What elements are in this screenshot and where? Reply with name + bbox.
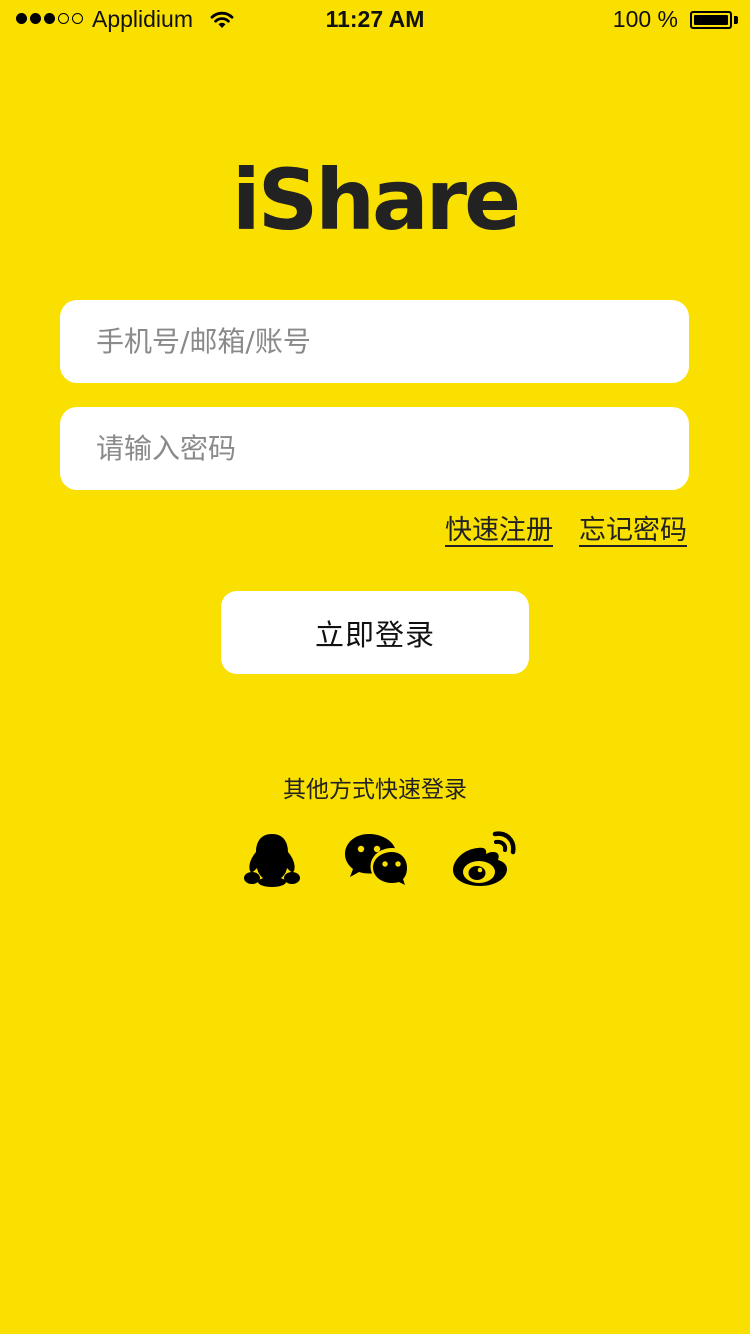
wechat-login-button[interactable] bbox=[343, 828, 407, 890]
auth-links: 快速注册 忘记密码 bbox=[445, 508, 687, 547]
qq-login-button[interactable] bbox=[240, 828, 304, 890]
account-input[interactable] bbox=[60, 300, 689, 383]
wechat-icon bbox=[345, 834, 407, 885]
social-login-title: 其他方式快速登录 bbox=[283, 777, 467, 803]
app-logo: iShare bbox=[231, 151, 521, 249]
weibo-icon bbox=[453, 831, 516, 886]
weibo-login-button[interactable] bbox=[451, 828, 516, 890]
forgot-password-link[interactable]: 忘记密码 bbox=[579, 508, 687, 547]
login-button[interactable]: 立即登录 bbox=[221, 591, 529, 674]
battery-cap bbox=[734, 16, 738, 24]
qq-icon bbox=[244, 834, 300, 887]
battery-level-fill bbox=[694, 15, 728, 25]
battery-percent: 100 % bbox=[612, 6, 678, 32]
status-bar: Applidium 11:27 AM 100 % bbox=[0, 0, 750, 40]
register-link[interactable]: 快速注册 bbox=[445, 508, 553, 547]
password-input[interactable] bbox=[60, 407, 689, 490]
battery-icon bbox=[690, 11, 732, 29]
